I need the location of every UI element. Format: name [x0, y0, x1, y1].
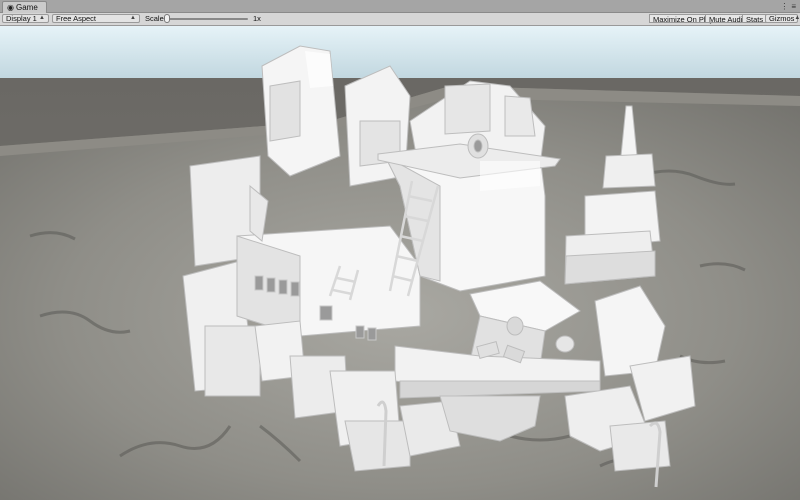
tab-bar: ◉ Game ⋮ ≡ [0, 0, 800, 13]
tab-game[interactable]: ◉ Game [2, 1, 47, 13]
scale-value: 1x [253, 14, 261, 23]
chevron-down-icon: ▲︎ [130, 15, 136, 21]
scale-label: Scale [145, 14, 164, 23]
scene-render [0, 26, 800, 500]
window-controls: ⋮ ≡ [780, 0, 796, 12]
chevron-down-icon: ▲︎ [794, 15, 800, 21]
stats-button[interactable]: Stats [742, 14, 768, 24]
aspect-dropdown-label: Free Aspect [56, 14, 97, 23]
display-dropdown[interactable]: Display 1 ▲︎ [2, 14, 49, 23]
game-toolbar: Display 1 ▲︎ Free Aspect ▲︎ Scale 1x Max… [0, 13, 800, 26]
tab-game-label: Game [15, 3, 38, 12]
scale-slider-track[interactable] [166, 18, 248, 20]
gizmos-dropdown[interactable]: Gizmos ▲︎ [765, 14, 800, 23]
game-viewport[interactable] [0, 26, 800, 500]
game-icon: ◉ [7, 3, 14, 12]
gizmos-dropdown-label: Gizmos [769, 14, 795, 23]
game-window: ◉ Game ⋮ ≡ Display 1 ▲︎ Free Aspect ▲︎ S… [0, 0, 800, 500]
display-dropdown-label: Display 1 [6, 14, 37, 23]
menu-lines-icon[interactable]: ≡ [791, 2, 796, 11]
sky [0, 26, 800, 86]
chevron-down-icon: ▲︎ [39, 15, 45, 21]
aspect-dropdown[interactable]: Free Aspect ▲︎ [52, 14, 140, 23]
menu-dots-icon[interactable]: ⋮ [780, 2, 788, 11]
scale-slider-thumb[interactable] [164, 14, 170, 23]
